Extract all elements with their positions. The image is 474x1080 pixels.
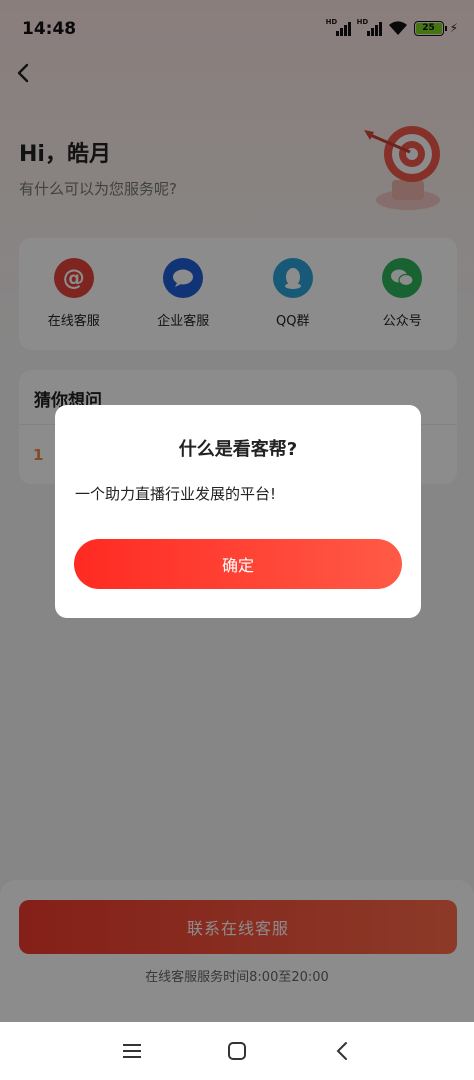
page-root: 14:48 HD HD 25 ⚡ Hi，皓月 有什么可以为您服务呢? @ 在线客… — [0, 0, 474, 1080]
dialog-message: 一个助力直播行业发展的平台! — [75, 485, 277, 503]
home-square-icon — [227, 1042, 246, 1060]
menu-nav-button[interactable] — [112, 1036, 152, 1066]
dialog-title: 什么是看客帮? — [178, 439, 298, 460]
info-dialog: 什么是看客帮? 一个助力直播行业发展的平台! 确定 — [55, 405, 421, 618]
menu-icon — [123, 1044, 142, 1058]
home-nav-button[interactable] — [217, 1036, 257, 1066]
confirm-button[interactable]: 确定 — [74, 539, 402, 589]
back-nav-button[interactable] — [322, 1036, 362, 1066]
system-nav-bar — [0, 1022, 474, 1080]
back-arrow-icon — [336, 1042, 347, 1060]
